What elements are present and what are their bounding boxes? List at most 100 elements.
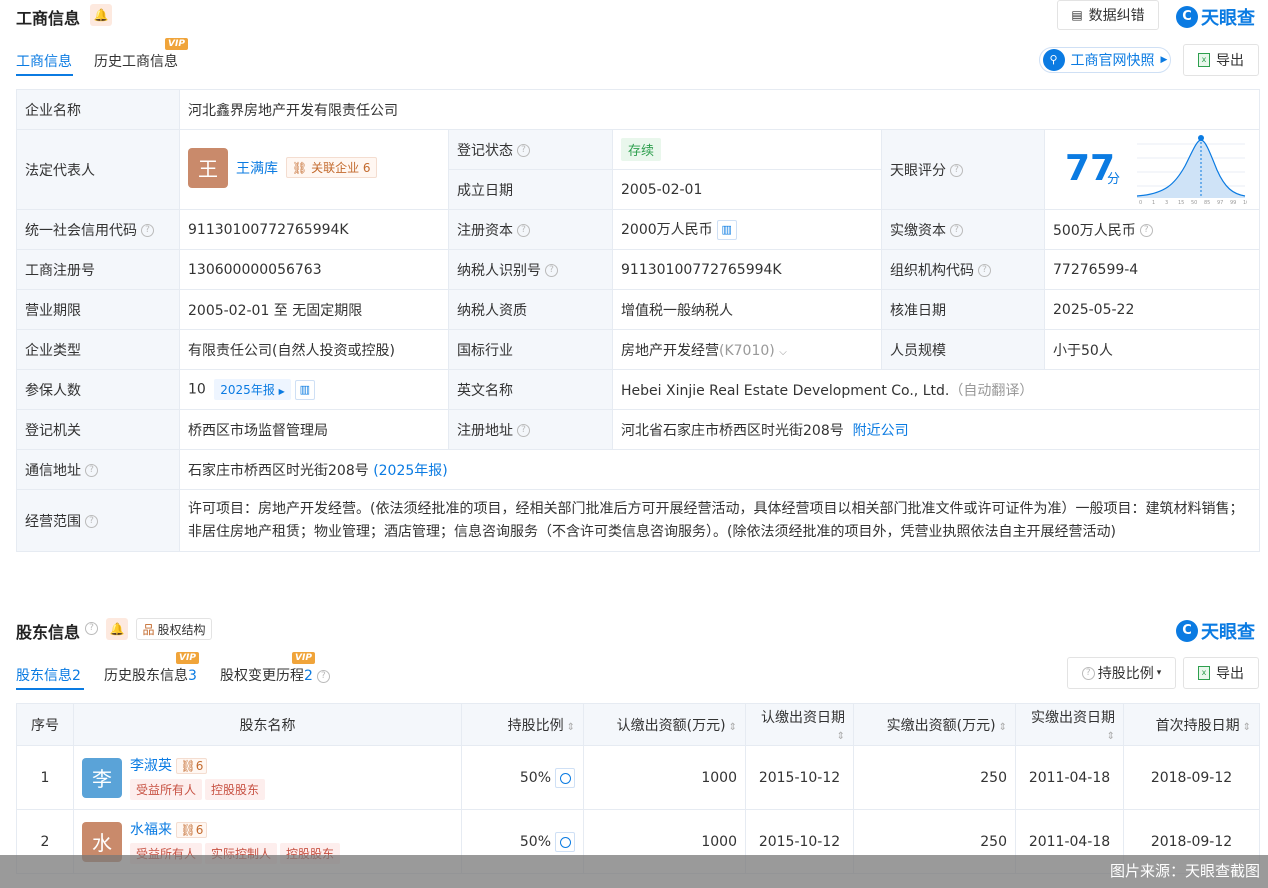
taxpayer-qual-label: 纳税人资质 (448, 289, 613, 330)
bell-icon[interactable]: 🔔 (90, 4, 112, 26)
help-icon[interactable]: ? (517, 424, 530, 437)
help-icon[interactable]: ? (950, 224, 963, 237)
col-header-sortable[interactable]: 首次持股日期 ⇕ (1123, 703, 1260, 746)
relation-icon: ⛓ (180, 823, 196, 837)
brand-logo: C 天眼查 (1176, 4, 1255, 30)
relation-icon: ⛓ (292, 161, 308, 175)
ratio: 50% (519, 833, 551, 850)
score-axis: 0 1 3 15 50 85 97 99 100 (1139, 200, 1247, 206)
shareholder-table: 序号 股东名称 持股比例 ⇕ 认缴出资额(万元) ⇕ 认缴出资日期⇕ 实缴出资额(万… (16, 703, 1260, 874)
score-axis-tick: 50 (1191, 200, 1197, 206)
industry-cell[interactable]: 房地产开发经营(K7010) ⌵ (612, 329, 882, 370)
tab-history-shareholders[interactable]: 历史股东信息3 (104, 665, 197, 685)
avatar[interactable]: 王 (188, 147, 228, 188)
score-axis-tick: 97 (1217, 200, 1223, 206)
reg-addr-label: 注册地址? (448, 409, 613, 450)
shareholder-name[interactable]: 李淑英 (130, 758, 172, 774)
help-icon[interactable]: ? (85, 464, 98, 477)
first-hold-date: 2018-09-12 (1123, 745, 1260, 810)
edit-doc-icon: ▤ (1071, 8, 1083, 22)
legal-rep-name[interactable]: 王满库 (236, 158, 278, 178)
paid-capital-cell: 500万人民币? (1043, 209, 1261, 250)
relation-tag[interactable]: ⛓6 (176, 822, 208, 838)
export-button[interactable]: x 导出 (1183, 44, 1259, 76)
reg-no: 130600000056763 (179, 249, 449, 290)
col-header-sortable[interactable]: 认缴出资额(万元) ⇕ (583, 703, 746, 746)
staff-size: 小于50人 (1043, 329, 1261, 370)
en-name: Hebei Xinjie Real Estate Development Co.… (621, 382, 950, 399)
help-icon[interactable]: ? (141, 224, 154, 237)
chart-icon[interactable]: ▥ (716, 220, 737, 240)
distribution-area (1137, 140, 1245, 198)
excel-icon: x (1198, 53, 1210, 67)
tab-history-biz[interactable]: 历史工商信息 (94, 51, 178, 71)
approve-date: 2025-05-22 (1043, 289, 1261, 330)
help-icon[interactable]: ? (978, 264, 991, 277)
col-header-sortable[interactable]: 实缴出资额(万元) ⇕ (853, 703, 1016, 746)
equity-structure-button[interactable]: 品股权结构 (136, 618, 212, 640)
image-source-caption: 图片来源：天眼查截图 (0, 855, 1268, 888)
ratio-cell: 50% (461, 745, 584, 810)
help-icon[interactable]: ? (517, 144, 530, 157)
scope-label-text: 经营范围 (25, 513, 81, 530)
relation-tag[interactable]: ⛓6 (176, 758, 208, 774)
staff-size-label: 人员规模 (881, 329, 1045, 370)
found-date: 2005-02-01 (612, 169, 882, 210)
reg-no-label: 工商注册号 (16, 249, 180, 290)
term-label: 营业期限 (16, 289, 180, 330)
en-name-label: 英文名称 (448, 369, 613, 410)
help-icon[interactable]: ? (85, 515, 98, 528)
company-name-label: 企业名称 (16, 89, 180, 130)
score-axis-tick: 99 (1230, 200, 1236, 206)
chevron-down-icon[interactable]: ⌵ (779, 347, 787, 358)
vip-badge: VIP (165, 38, 188, 50)
shareholder-name[interactable]: 水福来 (130, 822, 172, 838)
table-row: 1 李 李淑英 ⛓6 受益所有人 控股股东 50% 1000 2015-10-12… (16, 745, 1260, 810)
nearby-companies-link[interactable]: 附近公司 (853, 423, 909, 439)
insured-year: 2025年报 (220, 383, 275, 397)
avatar[interactable]: 李 (82, 757, 122, 798)
related-company-tag[interactable]: ⛓ 关联企业 6 (286, 157, 377, 178)
col-header-sortable[interactable]: 实缴出资日期 ⇕ (1015, 703, 1124, 746)
insured-year-pill[interactable]: 2025年报 ▶ (214, 379, 291, 400)
help-icon[interactable]: ? (517, 224, 530, 237)
col-header-label: 实缴出资额(万元) (886, 717, 996, 734)
tab-equity-changes[interactable]: 股权变更历程2? (220, 665, 330, 685)
help-icon[interactable]: ? (545, 264, 558, 277)
taxpayer-id-label: 纳税人识别号? (448, 249, 613, 290)
caret-down-icon: ▾ (1156, 668, 1162, 678)
tab-biz-info[interactable]: 工商信息 (16, 51, 72, 71)
chart-icon[interactable]: ▥ (294, 379, 315, 400)
score-cell: 77 分 0131550859799100 (1043, 129, 1261, 210)
tab-shareholders[interactable]: 股东信息2 (16, 665, 81, 685)
tab-label: 历史股东信息 (104, 668, 188, 684)
chevron-right-icon: ▶ (1160, 55, 1168, 65)
ratio-dropdown[interactable]: ? 持股比例 ▾ (1067, 657, 1176, 689)
export-button[interactable]: x 导出 (1183, 657, 1259, 689)
col-header-label: 首次持股日期 (1155, 717, 1240, 734)
brand-name: 天眼查 (1201, 622, 1255, 643)
tab-count: 3 (188, 668, 197, 684)
excel-icon: x (1198, 666, 1210, 680)
col-header-sortable[interactable]: 认缴出资日期 ⇕ (745, 703, 854, 746)
en-name-note: （自动翻译） (949, 382, 1034, 399)
reg-status-cell: 存续 (612, 129, 882, 170)
export-label: 导出 (1216, 666, 1244, 682)
help-icon[interactable]: ? (316, 669, 330, 683)
data-fix-button[interactable]: ▤ 数据纠错 (1057, 0, 1159, 30)
org-code-label: 组织机构代码? (881, 249, 1045, 290)
help-icon[interactable]: ? (1139, 224, 1153, 237)
help-icon[interactable]: ? (950, 164, 963, 177)
paid-capital: 500万人民币 (1053, 222, 1136, 239)
bell-icon[interactable]: 🔔 (106, 618, 128, 640)
industry-label: 国标行业 (448, 329, 613, 370)
vip-badge: VIP (292, 652, 315, 664)
tab-count: 2 (304, 668, 313, 684)
mail-addr-year-link[interactable]: (2025年报) (373, 463, 448, 479)
tab-count: 2 (72, 668, 81, 684)
col-header-sortable[interactable]: 持股比例 ⇕ (461, 703, 584, 746)
snapshot-button[interactable]: ⚲ 工商官网快照 ▶ (1039, 47, 1171, 73)
pie-chart-icon[interactable] (555, 767, 575, 788)
pie-chart-icon[interactable] (555, 831, 575, 852)
help-icon[interactable]: ? (85, 622, 98, 635)
